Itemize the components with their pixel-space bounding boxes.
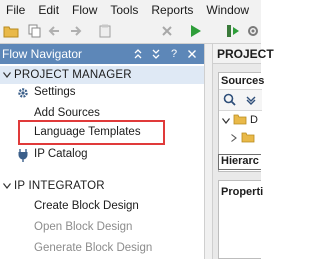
chevron-down-icon[interactable] xyxy=(222,115,230,127)
nav-item-label: Language Templates xyxy=(34,126,141,138)
nav-item-settings[interactable]: Settings xyxy=(0,84,204,102)
paste-icon[interactable] xyxy=(96,22,114,40)
nav-item-label: Open Block Design xyxy=(34,221,133,233)
redo-icon[interactable] xyxy=(66,22,84,40)
tree-row[interactable] xyxy=(219,131,262,147)
chevron-down-icon[interactable] xyxy=(0,179,14,193)
main-toolbar xyxy=(0,19,261,44)
gear-icon xyxy=(16,86,30,100)
properties-panel: Properti xyxy=(218,180,264,259)
delete-icon[interactable] xyxy=(158,22,176,40)
nav-item-label: Settings xyxy=(34,86,76,98)
flow-navigator-header: Flow Navigator ? xyxy=(0,44,204,64)
properties-title: Properti xyxy=(221,186,264,198)
nav-item-create-block-design[interactable]: Create Block Design xyxy=(0,198,204,216)
flow-navigator-title: Flow Navigator xyxy=(2,47,83,61)
nav-item-open-block-design[interactable]: Open Block Design xyxy=(0,219,204,237)
project-manager-title: PROJECT xyxy=(217,46,274,61)
menu-window[interactable]: Window xyxy=(200,3,256,17)
nav-item-language-templates[interactable]: Language Templates xyxy=(0,124,204,142)
collapse-icon[interactable] xyxy=(245,94,257,109)
chevron-right-icon[interactable] xyxy=(231,133,237,145)
section-label: IP INTEGRATOR xyxy=(14,180,105,192)
flow-navigator-panel: PROJECT MANAGER Settings Add Sources Lan… xyxy=(0,64,204,259)
nav-item-add-sources[interactable]: Add Sources xyxy=(0,105,204,123)
panel-splitter[interactable] xyxy=(204,44,213,259)
menu-bar: File Edit Flow Tools Reports Window xyxy=(0,0,261,19)
collapse-all-icon[interactable] xyxy=(132,47,144,61)
undo-icon[interactable] xyxy=(46,22,64,40)
expand-all-icon[interactable] xyxy=(150,47,162,61)
sources-toolbar xyxy=(219,89,262,111)
menu-edit[interactable]: Edit xyxy=(32,3,66,17)
nav-item-label: Create Block Design xyxy=(34,200,139,212)
settings-icon[interactable] xyxy=(244,22,262,40)
section-label: PROJECT MANAGER xyxy=(14,69,132,81)
menu-file[interactable]: File xyxy=(0,3,32,17)
step-icon[interactable] xyxy=(224,22,242,40)
tree-row-label: D xyxy=(250,114,258,126)
menu-tools[interactable]: Tools xyxy=(104,3,145,17)
nav-item-ip-catalog[interactable]: IP Catalog xyxy=(0,146,204,164)
nav-item-generate-block-design[interactable]: Generate Block Design xyxy=(0,240,204,258)
section-ip-integrator[interactable]: IP INTEGRATOR xyxy=(0,177,204,195)
run-icon[interactable] xyxy=(186,22,204,40)
tree-row[interactable]: D xyxy=(219,113,262,129)
folder-icon xyxy=(233,113,247,128)
folder-icon xyxy=(241,131,255,146)
chevron-down-icon[interactable] xyxy=(0,68,14,82)
copy-icon[interactable] xyxy=(26,22,44,40)
project-manager-header: PROJECT xyxy=(213,44,274,64)
tab-hierarchy[interactable]: Hierarc xyxy=(218,154,261,170)
open-folder-icon[interactable] xyxy=(2,22,20,40)
help-icon[interactable]: ? xyxy=(168,47,180,61)
plug-icon xyxy=(16,148,30,162)
menu-flow[interactable]: Flow xyxy=(66,3,104,17)
section-project-manager[interactable]: PROJECT MANAGER xyxy=(0,66,204,84)
menu-reports[interactable]: Reports xyxy=(145,3,200,17)
sources-title: Sources xyxy=(221,75,265,87)
nav-item-label: IP Catalog xyxy=(34,148,88,160)
nav-item-label: Add Sources xyxy=(34,107,100,119)
search-icon[interactable] xyxy=(223,93,236,109)
nav-item-label: Generate Block Design xyxy=(34,242,153,254)
close-icon[interactable] xyxy=(186,47,198,61)
